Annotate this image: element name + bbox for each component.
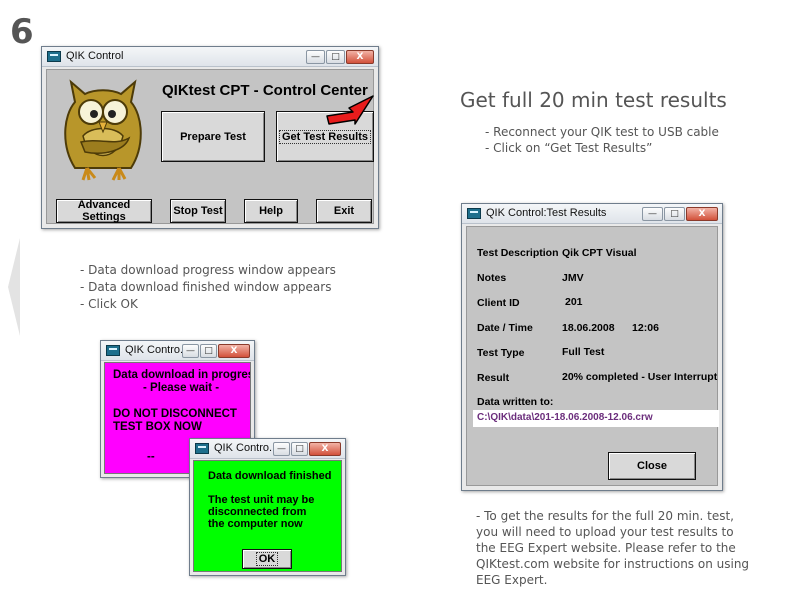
bottom-note-line-4: QIKtest.com website for instructions on …: [476, 557, 750, 571]
ok-button[interactable]: OK: [242, 549, 292, 569]
field-value-test-description: Qik CPT Visual: [562, 247, 637, 259]
field-value-client-id: 201: [565, 296, 583, 308]
maximize-button[interactable]: □: [200, 344, 217, 358]
finished-detail-1: The test unit may be: [208, 494, 315, 506]
help-button[interactable]: Help: [244, 199, 298, 223]
bottom-note-line-5: EEG Expert.: [476, 573, 548, 587]
get-test-results-label: Get Test Results: [279, 129, 371, 144]
minimize-button[interactable]: —: [273, 442, 290, 456]
advanced-settings-button[interactable]: Advanced Settings: [56, 199, 152, 223]
section-heading: Get full 20 min test results: [460, 88, 727, 112]
instruction-finished: - Data download finished window appears: [80, 280, 332, 294]
maximize-button[interactable]: □: [326, 50, 345, 64]
bottom-note-line-1: - To get the results for the full 20 min…: [476, 509, 734, 523]
ok-label: OK: [255, 552, 279, 566]
finished-client-area: Data download finished The test unit may…: [193, 460, 342, 572]
field-label-result: Result: [477, 372, 510, 384]
window-title: QIK Control:Test Results: [486, 207, 607, 219]
stop-test-button[interactable]: Stop Test: [170, 199, 226, 223]
field-label-client-id: Client ID: [477, 297, 520, 309]
test-results-window: QIK Control:Test Results — □ X Test Desc…: [461, 203, 723, 491]
close-button[interactable]: X: [686, 207, 718, 221]
results-client-area: Test Description Qik CPT Visual Notes JM…: [466, 226, 719, 486]
maximize-button[interactable]: □: [291, 442, 308, 456]
side-arrow-icon: [8, 238, 20, 336]
close-button[interactable]: X: [309, 442, 341, 456]
finished-detail-3: the computer now: [208, 518, 303, 530]
owl-mascot-icon: [64, 79, 142, 181]
minimize-button[interactable]: —: [306, 50, 325, 64]
field-value-result: 20% completed - User Interrupt: [562, 371, 718, 383]
titlebar: QIK Control — □ X: [42, 47, 378, 67]
main-client-area: QIKtest CPT - Control Center Prepare Tes…: [46, 69, 374, 224]
titlebar: QIK Control:Test Results — □ X: [462, 204, 722, 224]
warning-text-2: TEST BOX NOW: [113, 421, 202, 433]
window-title: QIK Contro...: [214, 442, 272, 454]
titlebar: QIK Contro... — □ X: [190, 439, 345, 459]
data-written-label: Data written to:: [477, 396, 554, 408]
close-button[interactable]: X: [346, 50, 374, 64]
bottom-note-line-2: you will need to upload your test result…: [476, 525, 734, 539]
field-value-notes: JMV: [562, 272, 584, 284]
main-control-window: QIK Control — □ X QIKtest CPT - Control …: [41, 46, 379, 229]
window-title: QIK Control: [66, 50, 124, 62]
maximize-button[interactable]: □: [664, 207, 685, 221]
finished-message: Data download finished: [208, 470, 332, 482]
prepare-test-button[interactable]: Prepare Test: [161, 111, 265, 162]
please-wait-text: - Please wait -: [143, 382, 220, 394]
window-title: QIK Contro...: [125, 344, 183, 356]
data-path-field: C:\QIK\data\201-18.06.2008-12.06.crw: [473, 410, 719, 427]
finished-detail-2: disconnected from: [208, 506, 307, 518]
app-icon: [106, 345, 120, 356]
app-icon: [467, 208, 481, 219]
close-results-button[interactable]: Close: [608, 452, 696, 480]
titlebar: QIK Contro... — □ X: [101, 341, 254, 361]
exit-button[interactable]: Exit: [316, 199, 372, 223]
progress-message: Data download in progres: [113, 369, 251, 381]
bottom-note-line-3: the EEG Expert website. Please refer to …: [476, 541, 736, 555]
field-value-test-type: Full Test: [562, 346, 605, 358]
instruction-reconnect: - Reconnect your QIK test to USB cable: [485, 125, 719, 139]
close-button[interactable]: X: [218, 344, 250, 358]
field-value-date-time: 18.06.2008 12:06: [562, 322, 659, 334]
field-label-test-description: Test Description: [477, 247, 559, 259]
app-icon: [195, 443, 209, 454]
warning-text: DO NOT DISCONNECT: [113, 408, 237, 420]
field-label-notes: Notes: [477, 272, 507, 284]
instruction-click-ok: - Click OK: [80, 297, 138, 311]
field-label-date-time: Date / Time: [477, 322, 533, 334]
minimize-button[interactable]: —: [182, 344, 199, 358]
progress-indicator: --: [147, 451, 155, 463]
download-finished-window: QIK Contro... — □ X Data download finish…: [189, 438, 346, 576]
step-number: 6: [10, 12, 34, 52]
red-pointer-arrow-icon: [326, 95, 374, 125]
minimize-button[interactable]: —: [642, 207, 663, 221]
app-icon: [47, 51, 61, 62]
instruction-click-get-results: - Click on “Get Test Results”: [485, 141, 653, 155]
instruction-progress: - Data download progress window appears: [80, 263, 336, 277]
field-label-test-type: Test Type: [477, 347, 525, 359]
